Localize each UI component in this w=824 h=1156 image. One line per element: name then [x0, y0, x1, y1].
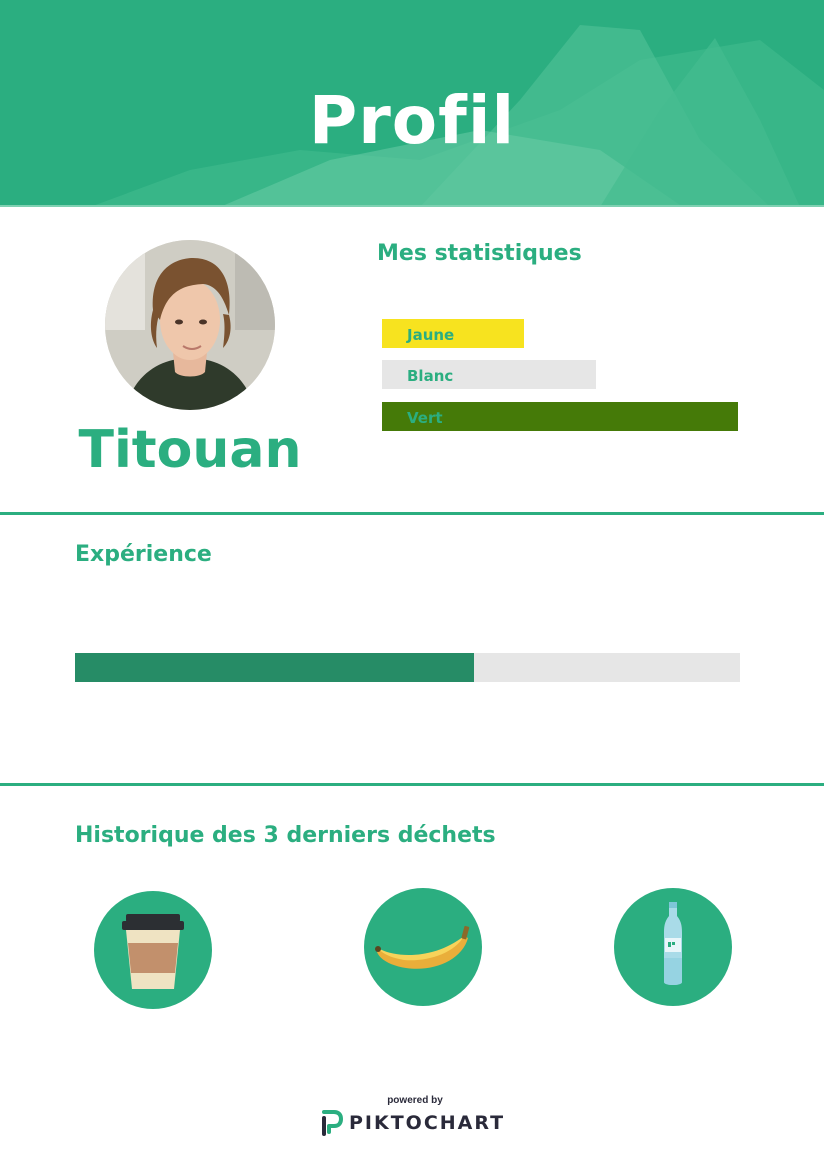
- history-title: Historique des 3 derniers déchets: [75, 823, 496, 848]
- water-bottle-icon: [614, 888, 732, 1006]
- experience-progress-track: [75, 653, 740, 682]
- experience-title: Expérience: [75, 542, 212, 567]
- powered-by-label: powered by: [387, 1095, 443, 1106]
- stat-label-jaune: Jaune: [407, 326, 455, 344]
- stat-bar-vert: Vert: [382, 402, 738, 431]
- header-banner: Profil: [0, 0, 824, 207]
- stats-title: Mes statistiques: [377, 241, 582, 266]
- section-divider: [0, 783, 824, 786]
- stat-bar-blanc: Blanc: [382, 360, 596, 389]
- brand-name: PIKTOCHART: [349, 1112, 506, 1134]
- banana-icon: [364, 888, 482, 1006]
- profile-name: Titouan: [78, 420, 302, 480]
- coffee-cup-icon: [94, 891, 212, 1009]
- section-divider: [0, 512, 824, 515]
- header-divider: [0, 205, 824, 207]
- experience-progress-fill: [75, 653, 474, 682]
- piktochart-icon: [322, 1110, 343, 1136]
- stat-label-blanc: Blanc: [407, 367, 454, 385]
- page-title: Profil: [308, 82, 516, 159]
- piktochart-logo: PIKTOCHART: [321, 1110, 505, 1136]
- avatar: [105, 240, 275, 410]
- stat-bar-jaune: Jaune: [382, 319, 524, 348]
- stat-label-vert: Vert: [407, 409, 443, 427]
